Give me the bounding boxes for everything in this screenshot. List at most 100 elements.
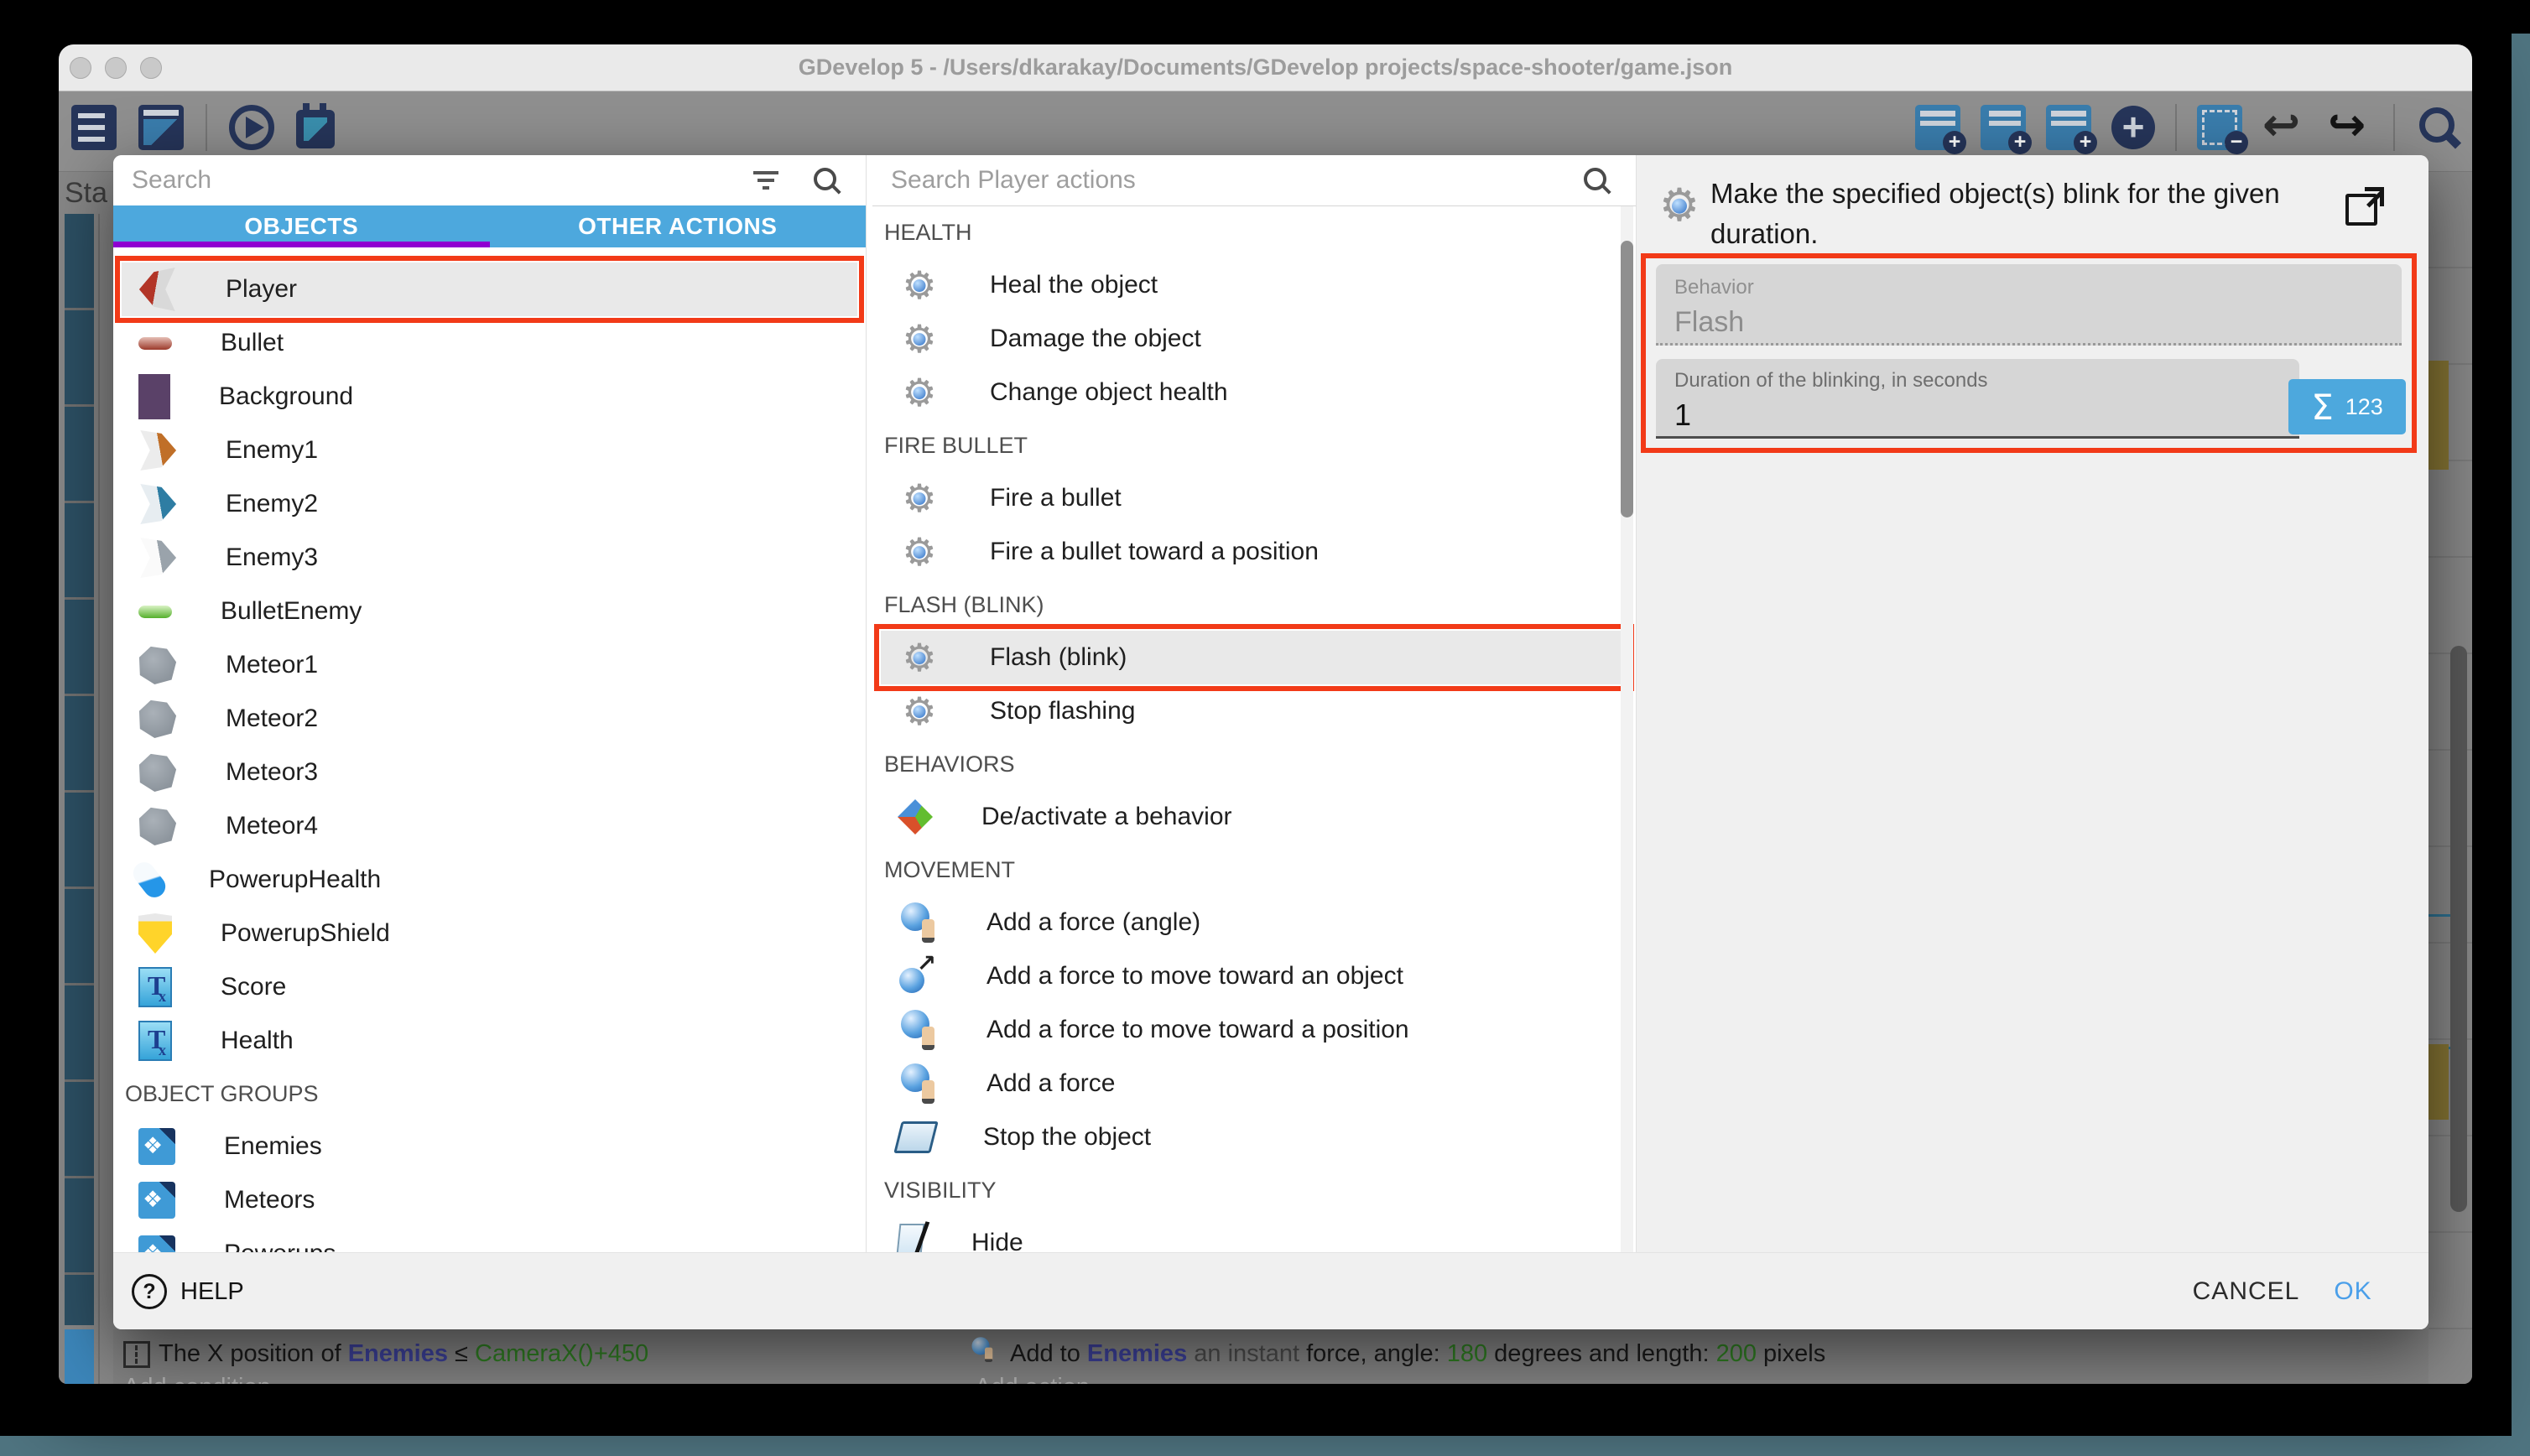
list-item[interactable]: Stop the object [881, 1110, 1627, 1164]
zoom-button[interactable] [140, 57, 162, 79]
scene-editor-icon[interactable] [138, 105, 184, 150]
list-item[interactable]: Meteor4 [122, 799, 857, 853]
list-item[interactable]: Enemy1 [122, 424, 857, 477]
list-item[interactable]: De/activate a behavior [881, 790, 1627, 844]
list-item[interactable]: Hide [881, 1216, 1627, 1252]
list-item[interactable]: Health [122, 1014, 857, 1068]
force-icon [898, 1062, 938, 1105]
list-item-label: Background [219, 382, 353, 411]
expression-editor-button[interactable]: Σ 123 [2288, 379, 2406, 434]
duration-field[interactable]: Duration of the blinking, in seconds 1 [1656, 359, 2299, 439]
powerup-shield-icon [138, 913, 172, 954]
list-item[interactable]: Heal the object [881, 258, 1627, 312]
list-item[interactable]: Powerups [122, 1227, 857, 1252]
event-conditions-cell[interactable]: The X position of Enemies ≤ CameraX()+45… [113, 1329, 965, 1384]
duration-field-value: 1 [1674, 398, 1691, 433]
list-item-label: Meteor3 [226, 758, 318, 787]
list-item[interactable]: Fire a bullet toward a position [881, 525, 1627, 579]
list-item[interactable]: Enemies [122, 1120, 857, 1173]
add-condition-link[interactable]: Add condition [123, 1374, 271, 1384]
list-item[interactable]: Damage the object [881, 312, 1627, 366]
action-description: Make the specified object(s) blink for t… [1710, 174, 2298, 254]
list-item-label: Add a force to move toward a position [986, 1016, 1409, 1044]
event-actions-cell[interactable]: Add to Enemies an instant force, angle: … [965, 1329, 2428, 1384]
undo-icon[interactable] [2262, 105, 2308, 150]
project-manager-icon[interactable] [71, 105, 117, 150]
list-item-label: Damage the object [990, 325, 1201, 353]
powerup-health-icon [129, 858, 170, 902]
ok-button[interactable]: OK [2319, 1253, 2387, 1329]
list-item[interactable]: Background [122, 370, 857, 424]
list-item-label: Heal the object [990, 271, 1158, 299]
list-item[interactable]: Add a force to move toward a position [881, 1003, 1627, 1057]
list-item[interactable]: Score [122, 960, 857, 1014]
tab-objects[interactable]: OBJECTS [113, 205, 490, 247]
play-icon[interactable] [229, 105, 274, 150]
debug-icon[interactable] [296, 110, 335, 148]
close-button[interactable] [70, 57, 91, 79]
actions-scrollbar[interactable] [1621, 241, 1633, 517]
events-scrollbar[interactable] [2450, 646, 2467, 1212]
hide-icon [896, 1224, 925, 1252]
help-button[interactable]: ? HELP [132, 1253, 244, 1329]
event-text-part: Enemies [348, 1340, 448, 1367]
filter-icon[interactable] [753, 171, 778, 193]
section-header: VISIBILITY [872, 1164, 1636, 1216]
list-item-label: Player [226, 275, 297, 304]
list-item[interactable]: Flash (blink) [881, 631, 1627, 684]
group-icon [138, 1235, 175, 1252]
background-icon [138, 374, 170, 419]
objects-search-row [113, 155, 866, 206]
list-item-label: Meteors [224, 1186, 315, 1214]
enemy2-ship-icon [138, 484, 177, 524]
enemy-bullet-icon [138, 606, 172, 618]
list-item-label: Fire a bullet [990, 484, 1122, 512]
list-item[interactable]: Add a force [881, 1057, 1627, 1110]
tab-other-actions[interactable]: OTHER ACTIONS [490, 205, 867, 247]
list-item[interactable]: Fire a bullet [881, 471, 1627, 525]
actions-panel: HEALTHHeal the objectDamage the objectCh… [872, 155, 1636, 1252]
add-comment-icon[interactable] [1981, 105, 2026, 150]
text-object-icon [138, 1021, 172, 1061]
minimize-button[interactable] [105, 57, 127, 79]
objects-tab-bar: OBJECTSOTHER ACTIONS [113, 205, 866, 247]
list-item-label: Bullet [221, 329, 284, 357]
behavior-field-label: Behavior [1674, 276, 1754, 299]
list-item[interactable]: Add a force to move toward an object [881, 949, 1627, 1003]
list-item[interactable]: Player [122, 263, 857, 316]
delete-event-icon[interactable] [2197, 105, 2242, 150]
list-item[interactable]: Add a force (angle) [881, 896, 1627, 949]
actions-search-input[interactable] [872, 155, 1636, 205]
list-item[interactable]: Bullet [122, 316, 857, 370]
list-item[interactable]: Enemy3 [122, 531, 857, 585]
redo-icon[interactable] [2328, 105, 2373, 150]
add-subevent-icon[interactable] [2046, 105, 2091, 150]
behavior-icon [898, 799, 933, 835]
list-item[interactable]: Change object health [881, 366, 1627, 419]
list-item[interactable]: Enemy2 [122, 477, 857, 531]
add-event-icon[interactable] [1915, 105, 1960, 150]
action-editor-dialog: OBJECTSOTHER ACTIONS Player Bullet Backgro… [113, 155, 2428, 1329]
list-item[interactable]: Meteor2 [122, 692, 857, 746]
list-item-label: Change object health [990, 378, 1228, 407]
scene-tab-partial[interactable]: Sta [65, 177, 107, 210]
open-in-new-icon[interactable] [2345, 187, 2384, 226]
add-circle-icon[interactable] [2111, 106, 2155, 149]
list-item[interactable]: PowerupShield [122, 907, 857, 960]
add-action-link[interactable]: Add action [975, 1374, 1090, 1384]
dialog-footer: ? HELP CANCEL OK [113, 1252, 2428, 1329]
list-item[interactable]: Meteor1 [122, 638, 857, 692]
list-item[interactable]: PowerupHealth [122, 853, 857, 907]
cancel-button[interactable]: CANCEL [2173, 1253, 2319, 1329]
list-item[interactable]: Meteors [122, 1173, 857, 1227]
search-big-icon[interactable] [2415, 105, 2460, 150]
list-item[interactable]: BulletEnemy [122, 585, 857, 638]
list-item-label: PowerupShield [221, 919, 390, 948]
sigma-icon: Σ [2311, 387, 2334, 428]
action-text: Add to Enemies an instant force, angle: … [1010, 1340, 1825, 1368]
list-item-label: Health [221, 1027, 294, 1055]
list-item[interactable]: Stop flashing [881, 684, 1627, 738]
meteor-icon [138, 646, 177, 684]
toolbar-left [71, 104, 335, 151]
list-item[interactable]: Meteor3 [122, 746, 857, 799]
